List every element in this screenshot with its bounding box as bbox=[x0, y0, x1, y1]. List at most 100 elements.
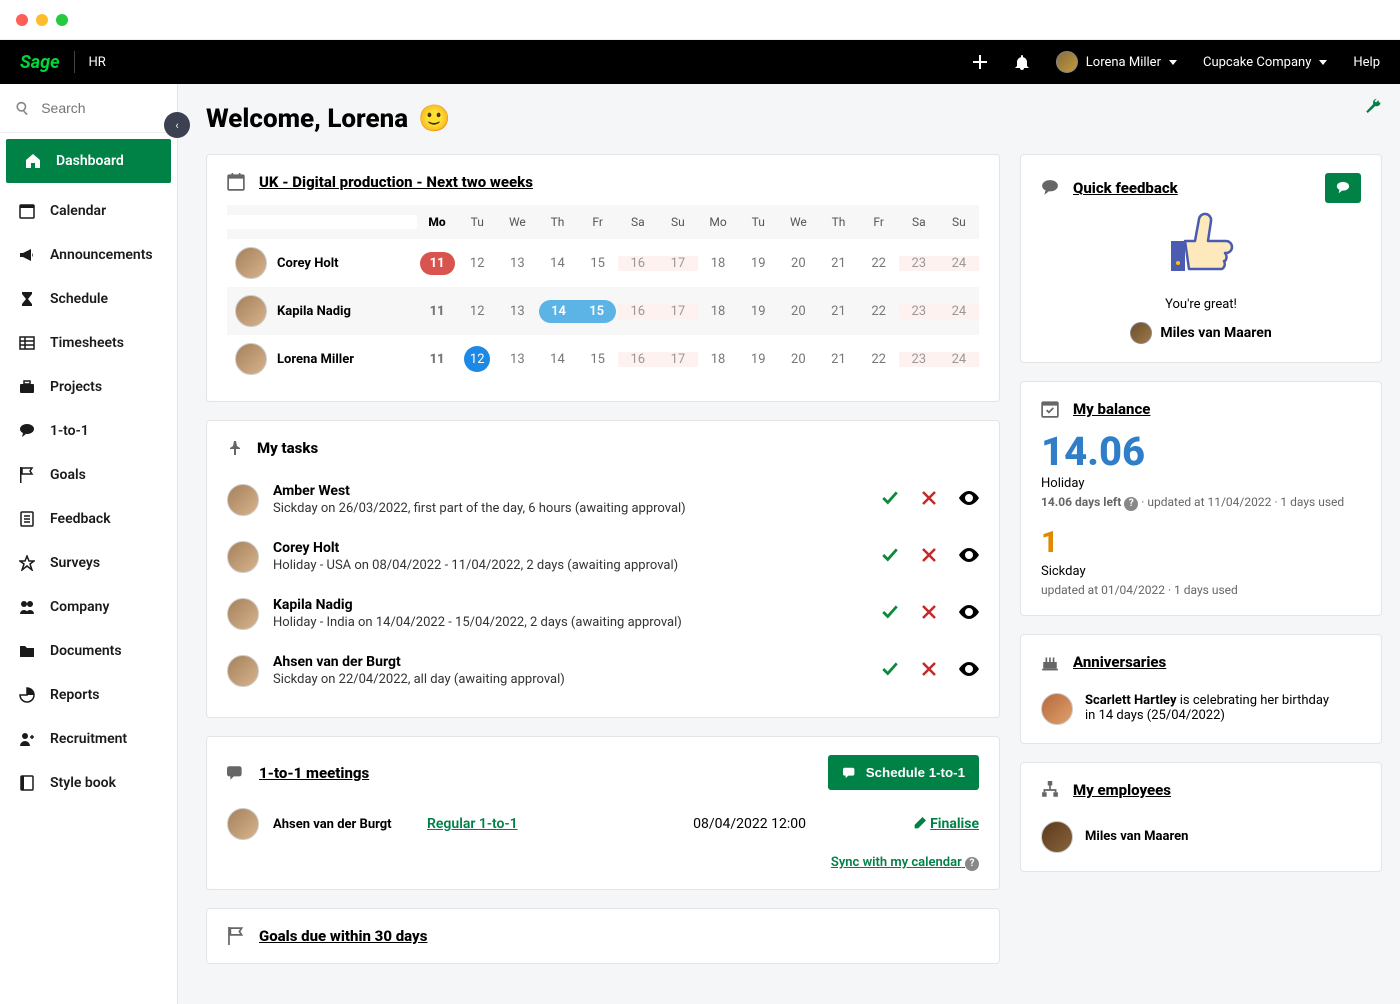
wrench-icon bbox=[1364, 98, 1382, 116]
sidebar-item-1-to-1[interactable]: 1-to-1 bbox=[0, 409, 177, 453]
avatar-icon bbox=[1130, 322, 1152, 344]
tasks-card: My tasks Amber WestSickday on 26/03/2022… bbox=[206, 420, 1000, 718]
meeting-type-link[interactable]: Regular 1-to-1 bbox=[427, 816, 587, 832]
chevron-down-icon bbox=[1169, 60, 1177, 65]
schedule-card: UK - Digital production - Next two weeks… bbox=[206, 154, 1000, 402]
person-name: Lorena Miller bbox=[277, 352, 354, 367]
sync-label: Sync with my calendar bbox=[831, 855, 962, 870]
schedule-person[interactable]: Corey Holt bbox=[227, 247, 417, 279]
balance-title[interactable]: My balance bbox=[1073, 400, 1150, 418]
schedule-person[interactable]: Lorena Miller bbox=[227, 343, 417, 375]
flag-icon bbox=[18, 467, 36, 483]
main-content: Welcome, Lorena 🙂 UK - Digital productio… bbox=[178, 84, 1400, 1004]
plus-icon bbox=[972, 54, 988, 70]
approve-button[interactable] bbox=[881, 546, 899, 568]
divider bbox=[74, 51, 75, 73]
company-menu[interactable]: Cupcake Company bbox=[1203, 55, 1327, 70]
view-button[interactable] bbox=[959, 548, 979, 566]
schedule-title[interactable]: UK - Digital production - Next two weeks bbox=[259, 173, 533, 191]
add-button[interactable] bbox=[972, 54, 988, 70]
sidebar-item-company[interactable]: Company bbox=[0, 585, 177, 629]
employees-title[interactable]: My employees bbox=[1073, 781, 1171, 799]
sidebar-item-recruitment[interactable]: Recruitment bbox=[0, 717, 177, 761]
window-zoom-icon[interactable] bbox=[56, 14, 68, 26]
sync-calendar-link[interactable]: Sync with my calendar ? bbox=[831, 855, 979, 870]
thumbs-up-icon bbox=[1161, 203, 1241, 283]
meeting-person: Ahsen van der Burgt bbox=[273, 817, 413, 832]
anniversaries-title[interactable]: Anniversaries bbox=[1073, 653, 1166, 671]
sidebar-item-surveys[interactable]: Surveys bbox=[0, 541, 177, 585]
approve-button[interactable] bbox=[881, 660, 899, 682]
pin-icon bbox=[227, 440, 243, 456]
calendar-icon bbox=[18, 203, 36, 219]
user-menu[interactable]: Lorena Miller bbox=[1056, 51, 1177, 73]
cross-icon bbox=[921, 490, 937, 506]
search-box[interactable] bbox=[0, 84, 177, 133]
view-button[interactable] bbox=[959, 662, 979, 680]
sidebar-item-timesheets[interactable]: Timesheets bbox=[0, 321, 177, 365]
new-feedback-button[interactable] bbox=[1325, 173, 1361, 203]
settings-button[interactable] bbox=[1364, 98, 1382, 120]
notifications-button[interactable] bbox=[1014, 54, 1030, 70]
view-button[interactable] bbox=[959, 491, 979, 509]
anniversary-text: Scarlett Hartley is celebrating her birt… bbox=[1085, 693, 1329, 723]
view-button[interactable] bbox=[959, 605, 979, 623]
sidebar-item-goals[interactable]: Goals bbox=[0, 453, 177, 497]
window-minimize-icon[interactable] bbox=[36, 14, 48, 26]
sidebar-item-reports[interactable]: Reports bbox=[0, 673, 177, 717]
comment-icon bbox=[1041, 179, 1059, 197]
help-link[interactable]: Help bbox=[1353, 55, 1380, 70]
sidebar-item-dashboard[interactable]: Dashboard bbox=[6, 139, 171, 183]
task-item: Corey HoltHoliday - USA on 08/04/2022 - … bbox=[227, 528, 979, 585]
avatar-icon bbox=[235, 295, 267, 327]
holiday-updated: · updated at 11/04/2022 · 1 days used bbox=[1141, 495, 1344, 509]
sidebar-item-projects[interactable]: Projects bbox=[0, 365, 177, 409]
sidebar-item-label: Timesheets bbox=[50, 335, 124, 351]
sidebar-item-schedule[interactable]: Schedule bbox=[0, 277, 177, 321]
finalise-button[interactable]: Finalise bbox=[912, 816, 979, 832]
meeting-datetime: 08/04/2022 12:00 bbox=[601, 816, 898, 832]
sidebar-item-label: Schedule bbox=[50, 291, 108, 307]
eye-icon bbox=[959, 548, 979, 562]
approve-button[interactable] bbox=[881, 489, 899, 511]
goals-title[interactable]: Goals due within 30 days bbox=[259, 927, 427, 945]
holiday-value: 14.06 bbox=[1041, 432, 1361, 472]
folder-icon bbox=[18, 643, 36, 659]
employee-name: Miles van Maaren bbox=[1085, 829, 1188, 844]
sick-meta: updated at 01/04/2022 · 1 days used bbox=[1041, 583, 1361, 597]
schedule-row: Corey Holt1112131415161718192021222324 bbox=[227, 239, 979, 287]
sidebar-item-calendar[interactable]: Calendar bbox=[0, 189, 177, 233]
feedback-title[interactable]: Quick feedback bbox=[1073, 179, 1178, 197]
approve-button[interactable] bbox=[881, 603, 899, 625]
task-item: Ahsen van der BurgtSickday on 22/04/2022… bbox=[227, 642, 979, 699]
help-icon[interactable]: ? bbox=[1124, 497, 1138, 511]
edit-icon bbox=[912, 817, 926, 831]
sidebar-item-label: 1-to-1 bbox=[50, 423, 89, 439]
logo[interactable]: Sage bbox=[20, 52, 60, 73]
employees-card: My employees Miles van Maaren bbox=[1020, 762, 1382, 872]
feedback-message: You're great! bbox=[1041, 297, 1361, 312]
reject-button[interactable] bbox=[921, 604, 937, 624]
task-person: Corey Holt bbox=[273, 540, 867, 556]
sidebar-item-documents[interactable]: Documents bbox=[0, 629, 177, 673]
sidebar-item-label: Goals bbox=[50, 467, 86, 483]
schedule-meeting-button[interactable]: Schedule 1-to-1 bbox=[828, 755, 979, 790]
sidebar-item-feedback[interactable]: Feedback bbox=[0, 497, 177, 541]
comment-icon bbox=[1335, 181, 1351, 195]
avatar-icon bbox=[227, 655, 259, 687]
sidebar-item-label: Documents bbox=[50, 643, 122, 659]
employee-item[interactable]: Miles van Maaren bbox=[1041, 813, 1361, 853]
sidebar-item-style-book[interactable]: Style book bbox=[0, 761, 177, 805]
reject-button[interactable] bbox=[921, 547, 937, 567]
task-person: Ahsen van der Burgt bbox=[273, 654, 867, 670]
calendar-check-icon bbox=[1041, 400, 1059, 418]
sidebar-item-announcements[interactable]: Announcements bbox=[0, 233, 177, 277]
search-input[interactable] bbox=[41, 100, 161, 116]
window-close-icon[interactable] bbox=[16, 14, 28, 26]
home-icon bbox=[24, 153, 42, 169]
reject-button[interactable] bbox=[921, 661, 937, 681]
reject-button[interactable] bbox=[921, 490, 937, 510]
meetings-title[interactable]: 1-to-1 meetings bbox=[259, 764, 369, 782]
org-icon bbox=[1041, 781, 1059, 799]
schedule-person[interactable]: Kapila Nadig bbox=[227, 295, 417, 327]
